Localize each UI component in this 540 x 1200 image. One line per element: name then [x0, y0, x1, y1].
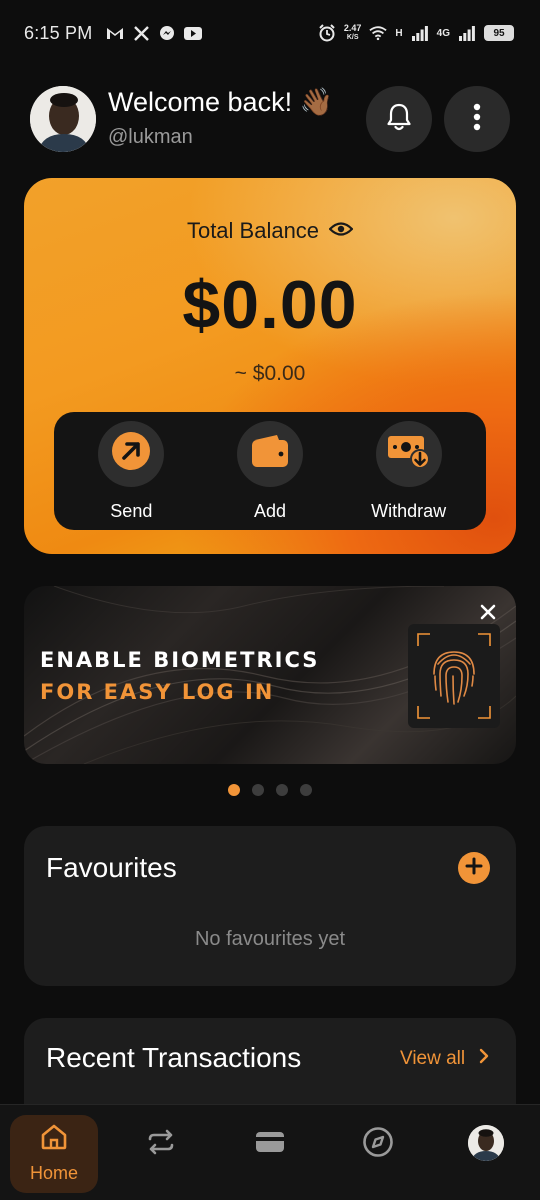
favourites-card: Favourites No favourites yet: [24, 826, 516, 986]
fingerprint-icon: [417, 633, 491, 719]
add-button[interactable]: Add: [210, 420, 330, 522]
status-time: 6:15 PM: [24, 22, 93, 43]
arrow-up-right-icon: [111, 431, 151, 476]
network-h-label: H: [395, 27, 403, 39]
eye-icon[interactable]: [328, 218, 354, 244]
favourites-title: Favourites: [46, 852, 177, 883]
carousel-dot[interactable]: [252, 784, 264, 796]
nav-cards[interactable]: [253, 1127, 287, 1161]
status-right: 2.47 K/S H 4G 95: [318, 24, 514, 42]
balance-actions: Send Add Withdraw: [54, 412, 486, 530]
withdraw-button[interactable]: Withdraw: [349, 420, 469, 522]
balance-card: Total Balance $0.00 ~ $0.00 Send Add Wit…: [24, 178, 516, 554]
notifications-button[interactable]: [366, 86, 432, 152]
home-icon: [40, 1124, 68, 1155]
nav-home-label: Home: [29, 1163, 78, 1183]
welcome-text: Welcome back! 👋🏾: [108, 87, 334, 117]
carousel-dot[interactable]: [276, 784, 288, 796]
banner-title-line2: FOR EASY LOG IN: [40, 680, 275, 704]
send-button[interactable]: Send: [71, 420, 191, 522]
profile-avatar[interactable]: [468, 1125, 504, 1161]
messenger-icon: [158, 25, 176, 41]
speed-unit: K/S: [346, 34, 359, 41]
banner-close-button[interactable]: [476, 602, 500, 626]
more-vertical-icon: [473, 103, 481, 136]
bell-icon: [386, 103, 412, 136]
chevron-right-icon: [479, 1048, 489, 1070]
signal-icon: [458, 25, 476, 41]
youtube-icon: [184, 25, 203, 41]
carousel-dot[interactable]: [228, 784, 240, 796]
wallet-icon: [251, 434, 289, 473]
add-label: Add: [253, 500, 286, 521]
header: Welcome back! 👋🏾 @lukman: [30, 84, 510, 156]
plus-icon: [465, 857, 483, 880]
add-icon-wrap: [236, 420, 303, 487]
balance-label-row: Total Balance: [24, 218, 516, 244]
gmail-icon: [106, 25, 124, 41]
cash-withdraw-icon: [386, 432, 432, 475]
balance-converted: ~ $0.00: [234, 362, 306, 385]
card-icon: [255, 1131, 285, 1158]
withdraw-label: Withdraw: [371, 500, 447, 521]
username: @lukman: [108, 126, 193, 148]
x-icon: [132, 25, 150, 41]
nav-home[interactable]: Home: [10, 1115, 98, 1193]
transfer-icon: [146, 1129, 176, 1160]
speed-value: 2.47: [343, 23, 362, 33]
compass-icon: [362, 1126, 394, 1163]
view-all-link[interactable]: View all: [400, 1048, 489, 1070]
close-icon: [480, 604, 496, 625]
more-options-button[interactable]: [444, 86, 510, 152]
carousel-indicators: [0, 784, 540, 796]
add-favourite-button[interactable]: [458, 852, 490, 884]
avatar[interactable]: [30, 86, 96, 152]
signal-icon: [411, 25, 429, 41]
send-label: Send: [110, 500, 153, 521]
view-all-label: View all: [400, 1048, 466, 1069]
status-left: 6:15 PM: [24, 22, 203, 44]
network-speed: 2.47 K/S: [344, 24, 362, 42]
status-bar: 6:15 PM 2.47 K/S H 4G 95: [0, 0, 540, 66]
withdraw-icon-wrap: [375, 420, 442, 487]
banner-title-line1: ENABLE BIOMETRICS: [40, 648, 320, 672]
biometrics-banner[interactable]: ENABLE BIOMETRICS FOR EASY LOG IN: [24, 586, 516, 764]
balance-label: Total Balance: [186, 218, 320, 243]
favourites-empty-text: No favourites yet: [194, 928, 346, 950]
bottom-navigation: Home: [0, 1104, 540, 1200]
recent-transactions-title: Recent Transactions: [46, 1042, 302, 1073]
balance-amount: $0.00: [182, 267, 358, 343]
carousel-dot[interactable]: [300, 784, 312, 796]
nav-explore[interactable]: [361, 1126, 395, 1163]
wifi-icon: [369, 25, 388, 41]
nav-transfer[interactable]: [144, 1127, 178, 1161]
network-4g-label: 4G: [436, 27, 450, 39]
alarm-icon: [318, 24, 336, 42]
fingerprint-illustration: [408, 624, 500, 728]
battery-indicator: 95: [484, 25, 514, 41]
send-icon-wrap: [98, 420, 165, 487]
